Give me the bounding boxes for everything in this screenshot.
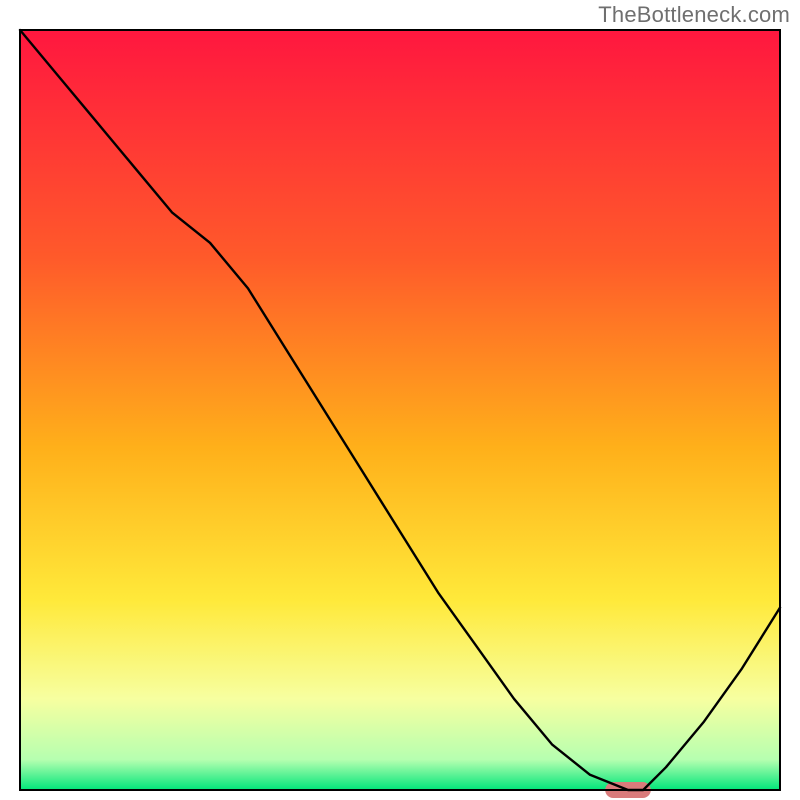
bottleneck-chart [0,0,800,800]
chart-container: TheBottleneck.com [0,0,800,800]
attribution-label: TheBottleneck.com [598,2,790,28]
gradient-background [20,30,780,790]
